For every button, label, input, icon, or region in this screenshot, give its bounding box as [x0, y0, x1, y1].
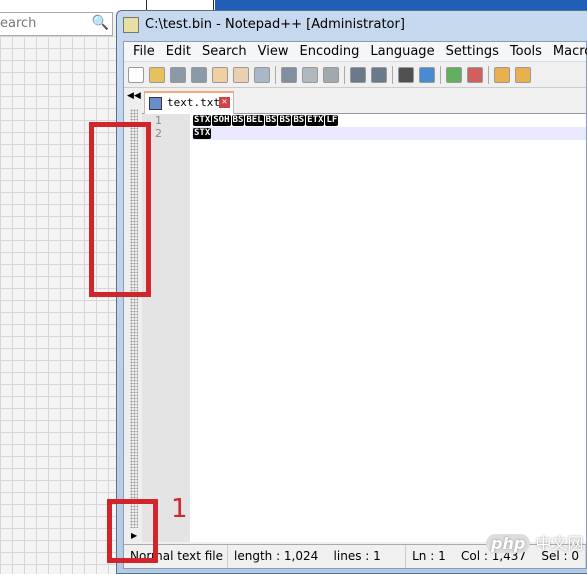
toolbar-separator — [488, 65, 489, 84]
copy-icon[interactable] — [302, 66, 318, 83]
menu-file[interactable]: File — [128, 42, 161, 61]
control-char-token: BEL — [245, 115, 264, 126]
taskbar-thumbnail — [146, 0, 214, 10]
find-icon[interactable] — [398, 66, 414, 83]
status-length: length : 1,024 lines : 1 — [228, 545, 407, 568]
sync-horizontal-icon[interactable] — [515, 66, 531, 83]
code-line[interactable]: STX SOH BS BEL BS BS BS ETX LF — [192, 114, 586, 127]
menu-tools[interactable]: Tools — [505, 42, 548, 61]
menu-encoding[interactable]: Encoding — [294, 42, 365, 61]
control-char-token: BS — [264, 115, 278, 126]
tab-bar: text.txt ✕ — [142, 89, 586, 114]
toolbar-separator — [275, 65, 276, 84]
editor[interactable]: 12 STX SOH BS BEL BS BS BS ETX LF STX — [142, 114, 586, 542]
close-all-icon[interactable] — [233, 66, 249, 83]
magnifier-icon[interactable]: 🔍 — [92, 15, 109, 31]
length: length : 1,024 — [234, 549, 319, 563]
notepad-icon — [123, 17, 139, 33]
saved-icon — [149, 97, 162, 110]
cut-icon[interactable] — [281, 66, 297, 83]
open-file-icon[interactable] — [149, 66, 165, 83]
title-bar: C:\test.bin - Notepad++ [Administrator] — [117, 11, 587, 41]
watermark: php 中文网 — [486, 530, 583, 554]
menu-language[interactable]: Language — [365, 42, 440, 61]
control-char-token: SOH — [212, 115, 231, 126]
annotation-label: 1 — [171, 494, 188, 524]
save-icon[interactable] — [170, 66, 186, 83]
redo-icon[interactable] — [371, 66, 387, 83]
paste-icon[interactable] — [323, 66, 339, 83]
annotation-box — [107, 499, 158, 563]
control-char-token: LF — [325, 115, 339, 126]
close-tab-icon[interactable]: ✕ — [219, 97, 230, 108]
window-title: C:\test.bin - Notepad++ [Administrator] — [145, 17, 405, 32]
annotation-box — [89, 122, 151, 297]
lines: lines : 1 — [333, 549, 381, 563]
toolbar-separator — [392, 65, 393, 84]
collapse-icon[interactable]: ◀◀ — [127, 91, 141, 101]
sync-vertical-icon[interactable] — [494, 66, 510, 83]
watermark-brand: php — [486, 534, 531, 553]
control-char-token: BS — [278, 115, 292, 126]
menu-macro[interactable]: Macro — [548, 42, 587, 61]
control-char-token: BS — [292, 115, 306, 126]
notepadpp-window: C:\test.bin - Notepad++ [Administrator] … — [116, 10, 587, 574]
code-area[interactable]: STX SOH BS BEL BS BS BS ETX LF STX — [192, 114, 586, 140]
control-char-token: STX — [193, 128, 212, 139]
zoom-in-icon[interactable] — [446, 66, 462, 83]
save-all-icon[interactable] — [191, 66, 207, 83]
background-grid — [0, 36, 120, 574]
tab-label: text.txt — [167, 96, 220, 109]
undo-icon[interactable] — [350, 66, 366, 83]
menu-bar: File Edit Search View Encoding Language Settin… — [124, 42, 587, 62]
toolbar-separator — [344, 65, 345, 84]
menu-settings[interactable]: Settings — [441, 42, 505, 61]
print-icon[interactable] — [254, 66, 270, 83]
close-icon[interactable] — [212, 66, 228, 83]
menu-view[interactable]: View — [253, 42, 295, 61]
replace-icon[interactable] — [419, 66, 435, 83]
toolbar — [124, 62, 586, 88]
new-file-icon[interactable] — [128, 66, 144, 83]
tab-text-txt[interactable]: text.txt ✕ — [144, 91, 234, 114]
zoom-out-icon[interactable] — [467, 66, 483, 83]
watermark-text: 中文网 — [535, 534, 584, 553]
code-line[interactable]: STX — [192, 127, 586, 140]
toolbar-separator — [440, 65, 441, 84]
ln: Ln : 1 — [412, 549, 446, 563]
control-char-token: STX — [193, 115, 212, 126]
search-placeholder: earch — [0, 16, 37, 31]
control-char-token: BS — [231, 115, 245, 126]
control-char-token: ETX — [306, 115, 325, 126]
search-input[interactable]: earch 🔍 — [0, 12, 113, 36]
menu-edit[interactable]: Edit — [161, 42, 197, 61]
menu-search[interactable]: Search — [197, 42, 253, 61]
